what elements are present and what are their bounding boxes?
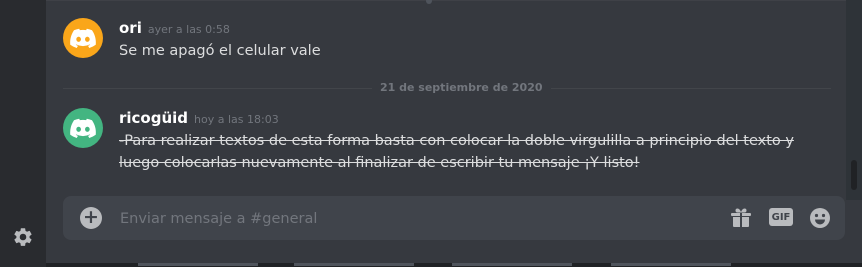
add-attachment-button[interactable]: + (80, 207, 102, 229)
smiley-icon[interactable] (808, 206, 832, 230)
date-divider: 21 de septiembre de 2020 (63, 81, 831, 94)
discord-logo-icon (70, 28, 96, 49)
message-input[interactable] (118, 208, 702, 230)
username[interactable]: ricogüid (119, 109, 188, 127)
timestamp: hoy a las 18:03 (194, 113, 279, 126)
plus-circle-icon: + (83, 206, 99, 228)
gift-icon[interactable] (729, 206, 753, 230)
scrollbar-thumb[interactable] (851, 160, 857, 190)
discord-logo-icon (70, 118, 96, 139)
message-header: ricogüid hoy a las 18:03 (119, 108, 279, 127)
scrollbar[interactable] (846, 0, 862, 200)
taskbar-strip (46, 263, 862, 267)
gif-button[interactable]: GIF (769, 208, 793, 226)
message-text: -Para realizar textos de esta forma bast… (119, 133, 794, 171)
message-header: ori ayer a las 0:58 (119, 18, 230, 37)
gif-icon: GIF (771, 211, 791, 223)
server-rail (0, 0, 46, 267)
message-text: Se me apagó el celular vale (119, 43, 321, 59)
divider-line (46, 0, 854, 1)
timestamp: ayer a las 0:58 (147, 23, 230, 36)
gear-icon[interactable] (12, 226, 34, 248)
username[interactable]: ori (119, 19, 142, 37)
date-divider-label: 21 de septiembre de 2020 (372, 81, 551, 94)
avatar[interactable] (63, 18, 103, 58)
message-composer: + GIF (63, 196, 845, 240)
avatar[interactable] (63, 108, 103, 148)
divider-dot (426, 0, 432, 4)
top-divider (46, 0, 854, 4)
